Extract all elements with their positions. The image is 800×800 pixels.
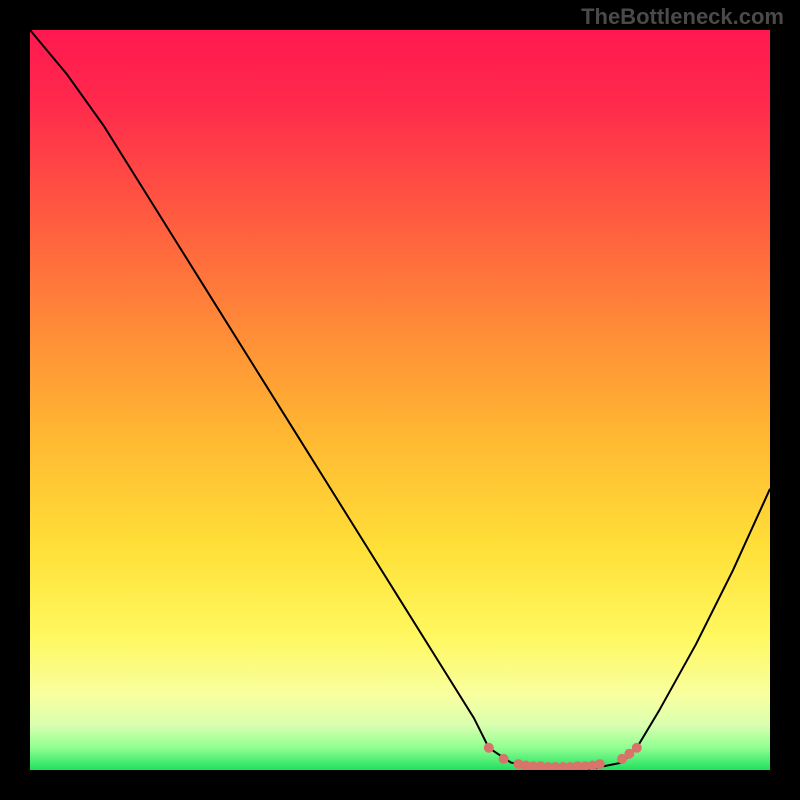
- chart-container: TheBottleneck.com: [0, 0, 800, 800]
- plot-area: [30, 30, 770, 770]
- chart-svg: [30, 30, 770, 770]
- marker-point: [499, 754, 509, 764]
- marker-point: [632, 743, 642, 753]
- marker-point: [484, 743, 494, 753]
- marker-point: [595, 759, 605, 769]
- gradient-background: [30, 30, 770, 770]
- watermark-text: TheBottleneck.com: [581, 4, 784, 30]
